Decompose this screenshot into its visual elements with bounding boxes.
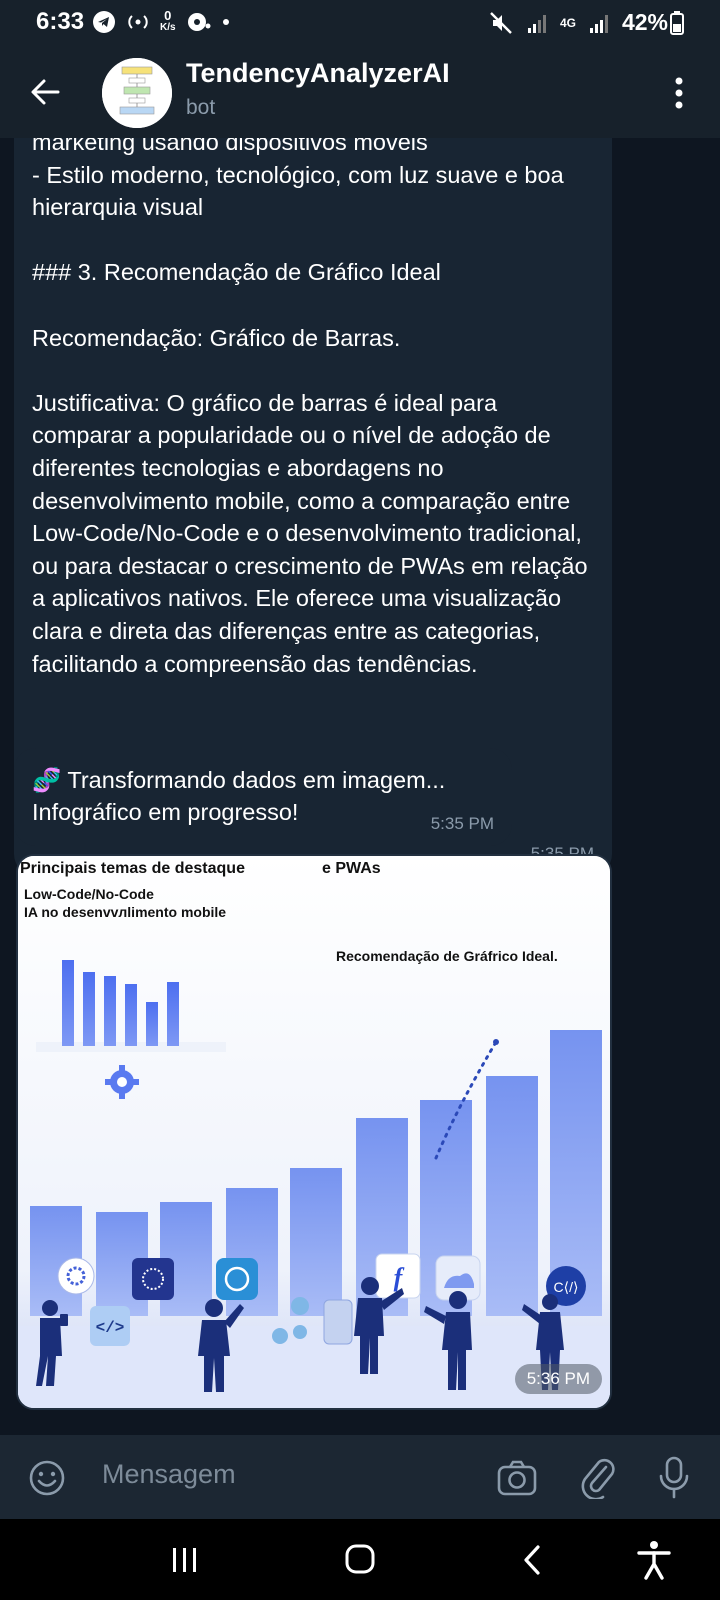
status-notification-icons: 0 K/s <box>92 8 230 34</box>
chat-subtitle: bot <box>186 96 216 119</box>
chat-title[interactable]: TendencyAnalyzerAI <box>186 58 450 89</box>
network-type: 4G <box>559 15 576 30</box>
message-time: 5:36 PM <box>514 1364 602 1394</box>
signal-strength-icon <box>527 14 546 33</box>
message-bubble[interactable]: 🧬 Transformando dados em imagem... Infog… <box>14 748 512 846</box>
mute-icon <box>490 11 512 34</box>
bot-avatar[interactable] <box>102 58 172 128</box>
message-input[interactable]: Mensagem <box>102 1459 236 1490</box>
dna-emoji-icon: 🧬 <box>32 767 62 793</box>
telegram-icon <box>93 11 115 33</box>
battery-icon <box>670 10 684 35</box>
battery-percent: 42% <box>621 9 668 35</box>
system-navigation-bar <box>0 1519 720 1600</box>
data-rate: 0 K/s <box>160 8 176 33</box>
status-time: 6:33 <box>36 8 85 35</box>
message-text: marketing usando dispositivos móveis - E… <box>32 138 588 677</box>
infographic-image: </> f C⟨/⟩ <box>18 856 610 1408</box>
infographic-line-2: IA no desenvvлlimento mobile <box>24 904 227 920</box>
accessibility-icon[interactable] <box>634 1539 674 1581</box>
infographic-title-right: e PWAs <box>322 860 381 877</box>
signal-strength-2-icon <box>589 14 608 33</box>
message-list[interactable]: marketing usando dispositivos móveis - E… <box>0 138 720 1435</box>
status-system-icons: 4G 42% <box>488 9 684 36</box>
home-icon[interactable] <box>344 1543 376 1575</box>
infographic-recommendation: Recomendação de Gráfrico Ideal. <box>336 948 558 964</box>
nav-back-icon[interactable] <box>520 1543 544 1577</box>
status-bar: 6:33 0 K/s 4G 42% <box>0 0 720 46</box>
attach-icon[interactable] <box>578 1455 618 1499</box>
svg-text:C⟨/⟩: C⟨/⟩ <box>554 1279 579 1295</box>
infographic-title: Principais temas de destaque <box>20 860 245 877</box>
emoji-icon[interactable] <box>28 1459 66 1497</box>
flowchart-avatar-icon <box>102 58 172 128</box>
chat-header: TendencyAnalyzerAI bot <box>0 46 720 138</box>
infographic-line-1: Low-Code/No-Code <box>24 886 154 902</box>
message-input-bar: Mensagem <box>0 1435 720 1519</box>
microphone-icon[interactable] <box>656 1455 692 1499</box>
back-arrow-icon[interactable] <box>28 74 64 110</box>
svg-text:</>: </> <box>96 1319 125 1337</box>
hotspot-icon <box>128 15 148 29</box>
infographic-image-message[interactable]: </> f C⟨/⟩ Principais temas de destaque … <box>16 854 612 1410</box>
more-options-icon[interactable] <box>674 76 684 110</box>
camera-icon[interactable] <box>496 1457 538 1499</box>
more-notifications-dot-icon <box>222 19 229 25</box>
message-time: 5:35 PM <box>430 814 494 833</box>
gear-badge-icon <box>57 1257 95 1295</box>
recent-apps-icon[interactable] <box>170 1545 200 1575</box>
chat-notification-icon <box>187 13 211 31</box>
